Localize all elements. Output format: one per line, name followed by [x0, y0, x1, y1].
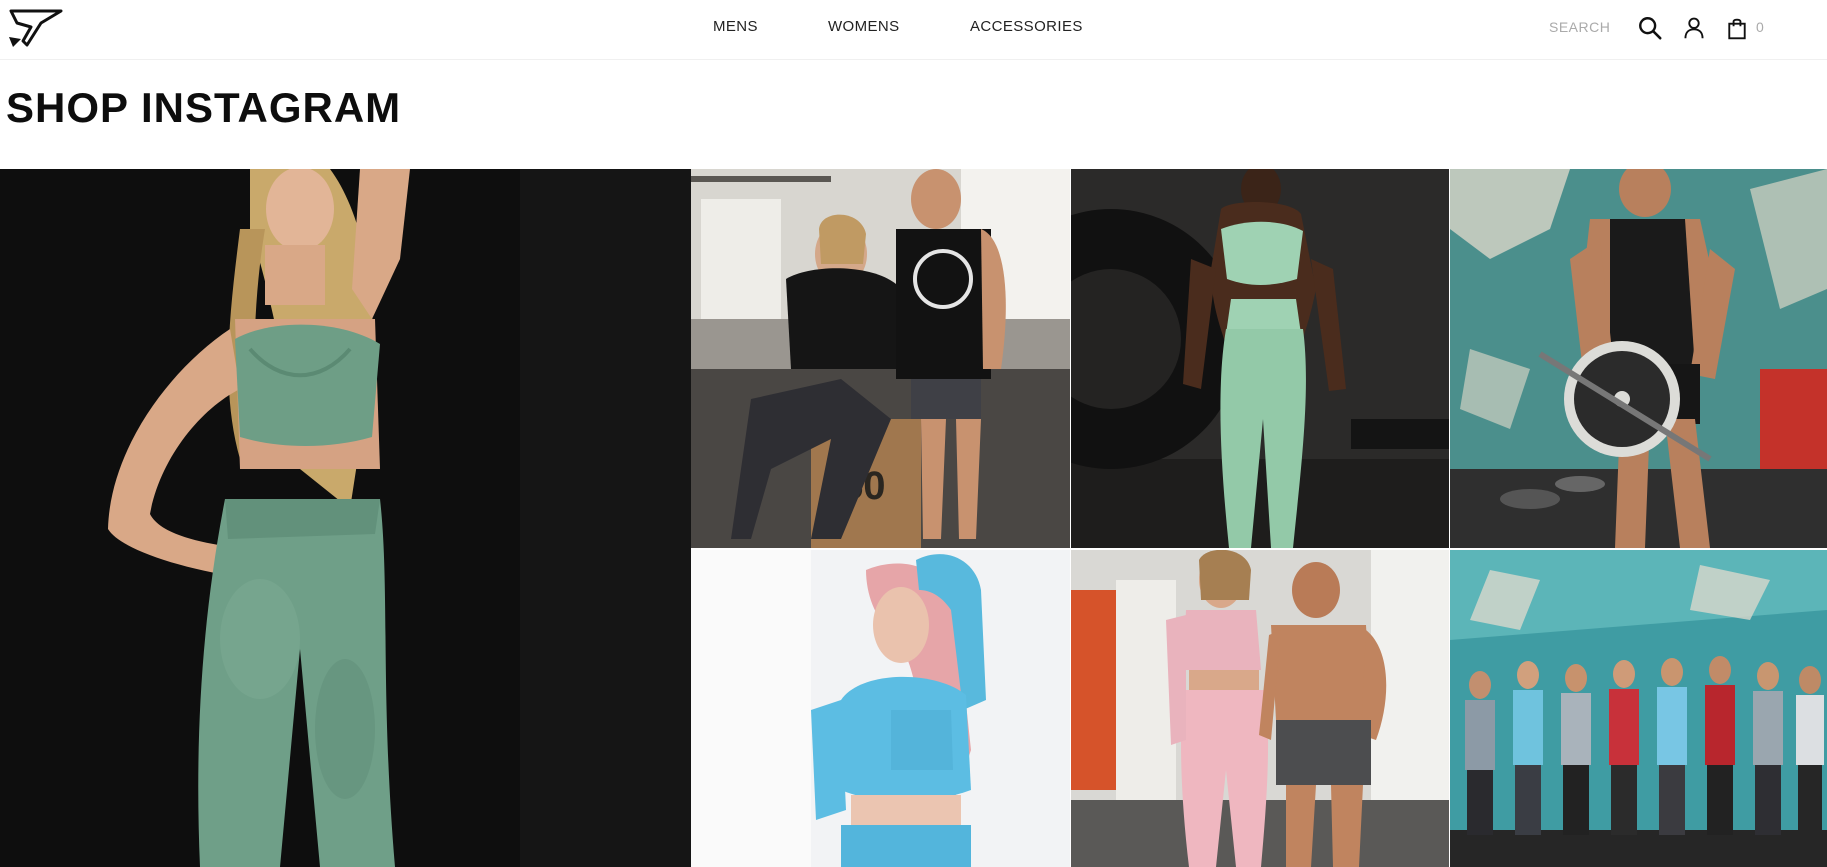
site-header: MENS WOMENS ACCESSORIES SEARCH 0 [0, 0, 1827, 60]
search-input[interactable]: SEARCH [1549, 19, 1610, 35]
instagram-post-2[interactable]: 50 [691, 169, 1070, 548]
shopping-bag-icon[interactable] [1723, 14, 1751, 42]
instagram-post-3[interactable] [1071, 169, 1449, 548]
page-title: SHOP INSTAGRAM [6, 84, 402, 131]
instagram-post-6[interactable] [1071, 550, 1449, 867]
instagram-post-4[interactable] [1450, 169, 1827, 548]
instagram-post-5[interactable] [691, 550, 1070, 867]
instagram-post-7[interactable] [1450, 550, 1827, 867]
nav-womens[interactable]: WOMENS [828, 18, 900, 35]
nav-accessories[interactable]: ACCESSORIES [970, 18, 1083, 35]
nav-mens[interactable]: MENS [713, 18, 758, 35]
instagram-grid: 50 [0, 169, 1827, 867]
user-icon[interactable] [1680, 14, 1708, 42]
bag-count: 0 [1756, 19, 1764, 35]
instagram-post-1[interactable] [0, 169, 691, 867]
search-icon[interactable] [1636, 14, 1664, 42]
